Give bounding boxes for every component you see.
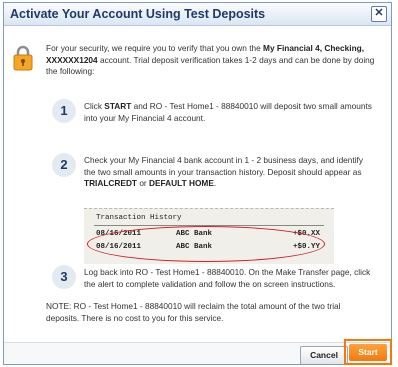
transaction-history-header: Transaction History xyxy=(96,214,182,222)
step-1-part-a: Click xyxy=(84,101,105,111)
highlight-oval xyxy=(87,226,325,262)
step-1-text: Click START and RO - Test Home1 - 888400… xyxy=(84,101,374,124)
step-3-number: 3 xyxy=(52,265,76,289)
activate-account-dialog: Activate Your Account Using Test Deposit… xyxy=(3,2,392,365)
step-2-text: Check your My Financial 4 bank account i… xyxy=(84,155,374,190)
note-text: NOTE: RO - Test Home1 - 88840010 will re… xyxy=(46,301,341,323)
dialog-titlebar: Activate Your Account Using Test Deposit… xyxy=(4,3,391,26)
step-1-start-keyword: START xyxy=(104,101,132,111)
start-button[interactable]: Start xyxy=(349,344,387,361)
step-2-default-home: DEFAULT HOME xyxy=(149,178,214,188)
dialog-footer: Cancel xyxy=(4,342,391,364)
step-1-number: 1 xyxy=(52,99,76,123)
step-2-number: 2 xyxy=(52,153,76,177)
intro-part-1: For your security, we require you to ver… xyxy=(46,43,264,53)
step-2-part-e: . xyxy=(213,178,217,188)
dialog-title: Activate Your Account Using Test Deposit… xyxy=(10,7,266,21)
step-3-text: Log back into RO - Test Home1 - 88840010… xyxy=(84,267,371,289)
close-icon[interactable]: ✕ xyxy=(371,6,387,22)
step-2-trialcredt: TRIALCREDT xyxy=(84,178,138,188)
intro-text: For your security, we require you to ver… xyxy=(46,43,376,78)
transaction-history-sample: Transaction History 08/16/2011 ABC Bank … xyxy=(84,208,334,264)
lock-icon xyxy=(13,45,33,71)
step-2-part-c: or xyxy=(137,178,150,188)
step-2-part-a: Check your My Financial 4 bank account i… xyxy=(84,155,364,177)
cancel-button[interactable]: Cancel xyxy=(300,346,348,364)
